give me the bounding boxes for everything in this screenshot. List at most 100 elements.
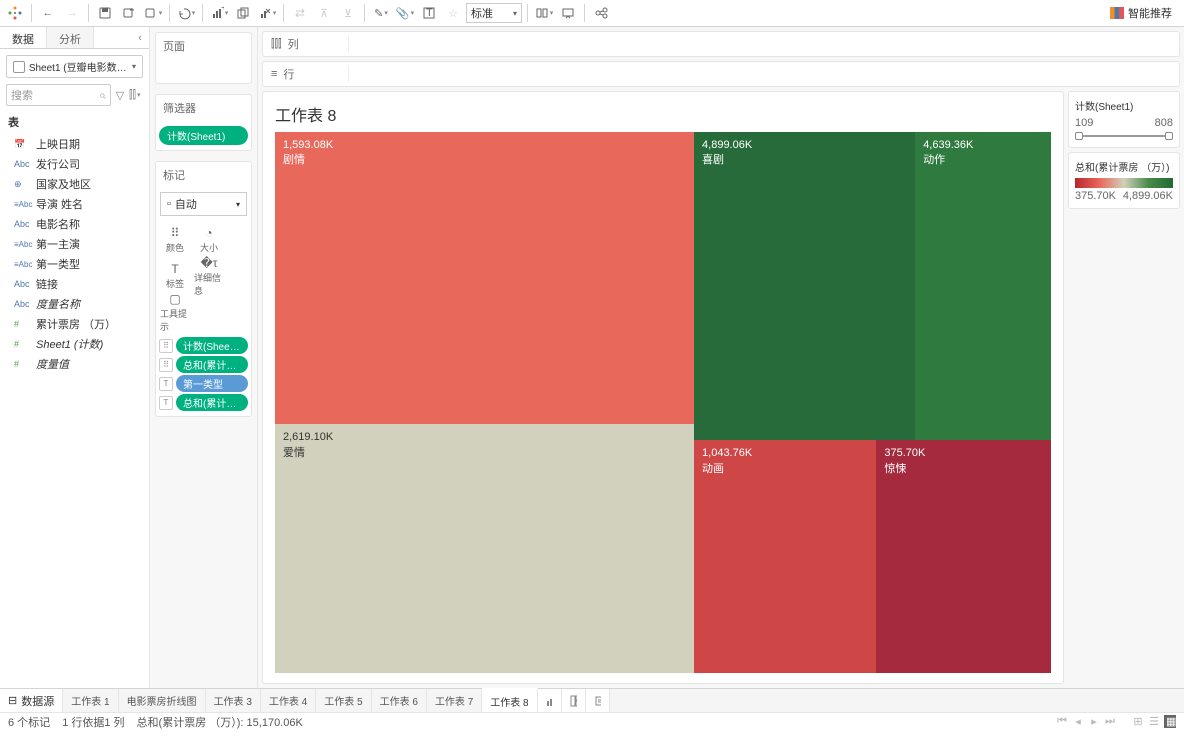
present-icon[interactable] (557, 2, 579, 24)
datasource-icon (13, 61, 25, 73)
field-type-icon: # (14, 339, 32, 349)
field-type-icon: # (14, 319, 32, 329)
duplicate-icon[interactable] (232, 2, 254, 24)
sort-desc-icon[interactable]: ⊻ (337, 2, 359, 24)
nav-prev-icon[interactable]: ◂ (1072, 715, 1084, 728)
mark-颜色[interactable]: ⠿颜色 (159, 223, 191, 257)
swap-icon[interactable] (289, 2, 311, 24)
treemap-cell-动作[interactable]: 4,639.36K动作 (915, 132, 1051, 440)
treemap-cell-剧情[interactable]: 1,593.08K剧情 (275, 132, 694, 424)
rows-icon: ≡ (271, 68, 277, 80)
pages-shelf[interactable]: 页面 (155, 32, 252, 84)
size-legend[interactable]: 计数(Sheet1) 109808 (1068, 91, 1180, 148)
treemap-cell-惊悚[interactable]: 375.70K惊悚 (876, 440, 1051, 673)
filters-shelf[interactable]: 筛选器 计数(Sheet1) (155, 94, 252, 151)
field-累计票房 （万）[interactable]: #累计票房 （万） (0, 314, 149, 334)
mark-工具提示[interactable]: ▢工具提示 (159, 295, 191, 329)
sort-asc-icon[interactable]: ⊼ (313, 2, 335, 24)
canvas-area: ⫿⫿⫿列 ≡行 工作表 8 1,593.08K剧情4,899.06K喜剧4,63… (258, 27, 1184, 688)
new-sheet-icon[interactable]: + (208, 2, 230, 24)
mark-pill[interactable]: T总和(累计票房 .. (159, 394, 248, 411)
filter-icon[interactable]: ▽ (113, 89, 127, 102)
field-度量名称[interactable]: Abc度量名称 (0, 294, 149, 314)
sheet-tab[interactable]: 工作表 4 (261, 689, 316, 712)
field-type-icon: Abc (14, 219, 32, 229)
logo-icon[interactable] (4, 2, 26, 24)
sheet-tab[interactable]: 工作表 1 (63, 689, 118, 712)
field-导演 姓名[interactable]: ≡Abc导演 姓名 (0, 194, 149, 214)
labels-icon[interactable]: T (418, 2, 440, 24)
field-Sheet1 (计数)[interactable]: #Sheet1 (计数) (0, 334, 149, 354)
share-icon[interactable] (590, 2, 612, 24)
mark-pill[interactable]: ⠿总和(累计票房 .. (159, 356, 248, 373)
field-度量值[interactable]: #度量值 (0, 354, 149, 374)
legends: 计数(Sheet1) 109808 总和(累计票房 （万）) 375.70K4,… (1068, 91, 1180, 684)
view-options-icon[interactable]: ⫿⫿ (129, 89, 143, 102)
view-list-icon[interactable]: ☰ (1148, 715, 1160, 728)
data-tab[interactable]: 数据 (0, 27, 47, 48)
treemap-cell-爱情[interactable]: 2,619.10K爱情 (275, 424, 694, 673)
undo-icon[interactable] (175, 2, 197, 24)
shelves-column: 页面 筛选器 计数(Sheet1) 标记 ▫自动 ⠿颜色◔大小T标签�τ详细信息… (150, 27, 258, 688)
mark-type-select[interactable]: ▫自动 (160, 192, 247, 216)
sheet-tab[interactable]: 工作表 7 (427, 689, 482, 712)
nav-last-icon[interactable]: ⏭ (1104, 715, 1116, 728)
field-电影名称[interactable]: Abc电影名称 (0, 214, 149, 234)
clear-icon[interactable] (256, 2, 278, 24)
forward-icon[interactable]: → (61, 2, 83, 24)
new-story-icon[interactable] (586, 689, 610, 712)
sheet-tab[interactable]: 工作表 6 (372, 689, 427, 712)
save-icon[interactable] (94, 2, 116, 24)
treemap-cell-喜剧[interactable]: 4,899.06K喜剧 (694, 132, 915, 440)
sheet-title[interactable]: 工作表 8 (275, 102, 1051, 126)
new-worksheet-icon[interactable]: + (538, 689, 562, 712)
pin-icon[interactable]: ☆ (442, 2, 464, 24)
field-国家及地区[interactable]: ⊕国家及地区 (0, 174, 149, 194)
nav-next-icon[interactable]: ▸ (1088, 715, 1100, 728)
fit-select[interactable]: 标准 (466, 3, 522, 23)
field-上映日期[interactable]: 📅上映日期 (0, 134, 149, 154)
view-grid-icon[interactable]: ⊞ (1132, 715, 1144, 728)
treemap-chart[interactable]: 1,593.08K剧情4,899.06K喜剧4,639.36K动作 2,619.1… (275, 132, 1051, 673)
autosave-icon[interactable] (142, 2, 164, 24)
nav-first-icon[interactable]: ⏮ (1056, 715, 1068, 728)
sheet-tab[interactable]: 工作表 8 (482, 688, 537, 712)
visualization[interactable]: 工作表 8 1,593.08K剧情4,899.06K喜剧4,639.36K动作 2… (262, 91, 1064, 684)
field-第一主演[interactable]: ≡Abc第一主演 (0, 234, 149, 254)
show-me-icon (1110, 7, 1124, 19)
status-rows: 1 行依据1 列 (62, 714, 124, 730)
datasource-select[interactable]: Sheet1 (豆瓣电影数据) (6, 55, 143, 78)
mark-pill[interactable]: T第一类型 (159, 375, 248, 392)
field-type-icon: ≡Abc (14, 260, 32, 269)
datasource-tab[interactable]: ⊟数据源 (0, 689, 63, 712)
color-gradient (1075, 178, 1173, 188)
sheet-tab[interactable]: 电影票房折线图 (119, 689, 206, 712)
sheet-tab[interactable]: 工作表 5 (316, 689, 371, 712)
columns-shelf[interactable]: ⫿⫿⫿列 (262, 31, 1180, 57)
new-datasource-icon[interactable] (118, 2, 140, 24)
show-cards-icon[interactable] (533, 2, 555, 24)
show-me-button[interactable]: 智能推荐 (1102, 5, 1180, 21)
filter-pill[interactable]: 计数(Sheet1) (159, 126, 248, 145)
analytics-tab[interactable]: 分析 (47, 27, 94, 48)
field-链接[interactable]: Abc链接 (0, 274, 149, 294)
view-film-icon[interactable]: ▦ (1164, 715, 1176, 728)
field-第一类型[interactable]: ≡Abc第一类型 (0, 254, 149, 274)
color-legend[interactable]: 总和(累计票房 （万）) 375.70K4,899.06K (1068, 152, 1180, 209)
mark-大小[interactable]: ◔大小 (193, 223, 225, 257)
field-发行公司[interactable]: Abc发行公司 (0, 154, 149, 174)
new-dashboard-icon[interactable] (562, 689, 586, 712)
back-icon[interactable]: ← (37, 2, 59, 24)
rows-shelf[interactable]: ≡行 (262, 61, 1180, 87)
search-input[interactable]: 搜索 (6, 84, 111, 106)
mark-详细信息[interactable]: �τ详细信息 (193, 259, 225, 293)
highlight-icon[interactable]: ✎ (370, 2, 392, 24)
treemap-cell-动画[interactable]: 1,043.76K动画 (694, 440, 876, 673)
mark-pill[interactable]: ⠿计数(Sheet1) (159, 337, 248, 354)
collapse-sidebar-icon[interactable]: ‹ (131, 27, 149, 48)
field-type-icon: ≡Abc (14, 200, 32, 209)
group-icon[interactable]: 📎 (394, 2, 416, 24)
marks-card: 标记 ▫自动 ⠿颜色◔大小T标签�τ详细信息▢工具提示 ⠿计数(Sheet1)⠿… (155, 161, 252, 417)
mark-标签[interactable]: T标签 (159, 259, 191, 293)
sheet-tab[interactable]: 工作表 3 (206, 689, 261, 712)
